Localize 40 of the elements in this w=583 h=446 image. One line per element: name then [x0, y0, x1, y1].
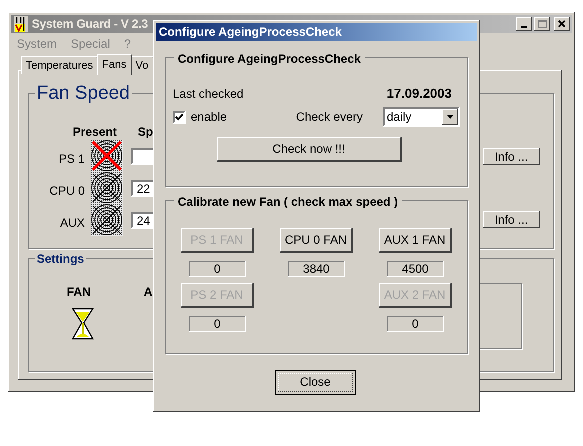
check-now-button[interactable]: Check now !!! — [217, 137, 402, 162]
maximize-icon — [538, 20, 546, 28]
close-button[interactable] — [554, 17, 570, 31]
fan-calibrate-button[interactable]: AUX 1 FAN — [379, 228, 452, 253]
info-button[interactable]: Info ... — [483, 211, 540, 228]
app-icon — [13, 16, 28, 32]
close-icon — [558, 20, 566, 28]
minimize-icon — [521, 26, 527, 28]
window-title: Configure AgeingProcessCheck — [159, 24, 342, 41]
date-value: 17.09.2003 — [386, 85, 452, 104]
speed-readout: 0 — [387, 316, 444, 332]
check-icon — [175, 113, 184, 121]
window-title: System Guard - V 2.3 — [32, 16, 148, 33]
speed-readout: 3840 — [288, 261, 345, 277]
checkbox[interactable] — [173, 110, 186, 124]
fan-label: CPU 0 — [48, 183, 85, 200]
close-button[interactable]: Close — [275, 370, 356, 395]
speed-readout: 4500 — [387, 261, 444, 277]
dropdown-arrow-icon — [446, 115, 454, 119]
interval-dropdown[interactable]: daily — [383, 107, 460, 127]
column-header: Present — [73, 124, 118, 141]
info-button[interactable]: Info ... — [483, 148, 540, 165]
field-label: Check every — [296, 109, 363, 126]
fan-calibrate-button[interactable]: CPU 0 FAN — [280, 228, 353, 253]
minimize-button[interactable] — [516, 17, 532, 31]
column-header: A — [144, 284, 153, 301]
column-header: Sp — [138, 124, 154, 141]
tab[interactable]: Fans — [97, 54, 132, 75]
maximize-button[interactable] — [534, 17, 550, 31]
speed-readout: 0 — [189, 316, 246, 332]
speed-readout: 0 — [189, 261, 246, 277]
fan-label: AUX — [59, 215, 85, 232]
field-label: Last checked — [173, 86, 244, 103]
hourglass-icon — [72, 308, 94, 340]
checkbox-label: enable — [191, 109, 228, 126]
fan-label: PS 1 — [58, 151, 85, 168]
group-title: Fan Speed — [35, 83, 132, 105]
column-header: FAN — [67, 284, 91, 301]
tab[interactable]: Temperatures — [21, 56, 98, 74]
tab[interactable]: Vo — [130, 56, 154, 74]
